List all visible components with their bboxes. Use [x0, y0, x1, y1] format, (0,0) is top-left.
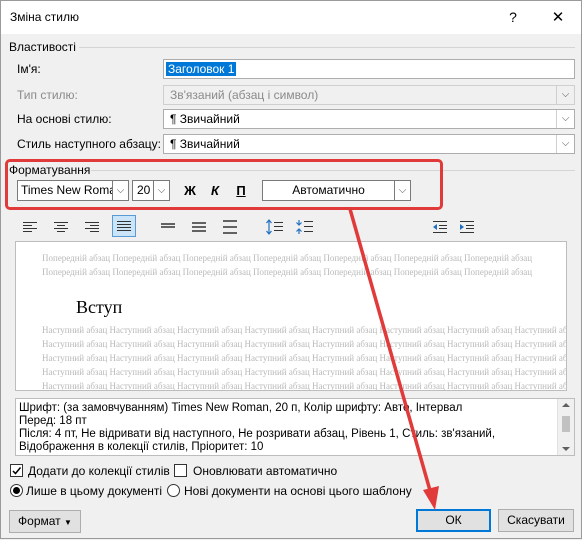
- modify-style-dialog: Зміна стилю ? ✕ Властивості Ім'я: Заголо…: [0, 0, 582, 539]
- annotation-arrow-icon: [348, 207, 439, 510]
